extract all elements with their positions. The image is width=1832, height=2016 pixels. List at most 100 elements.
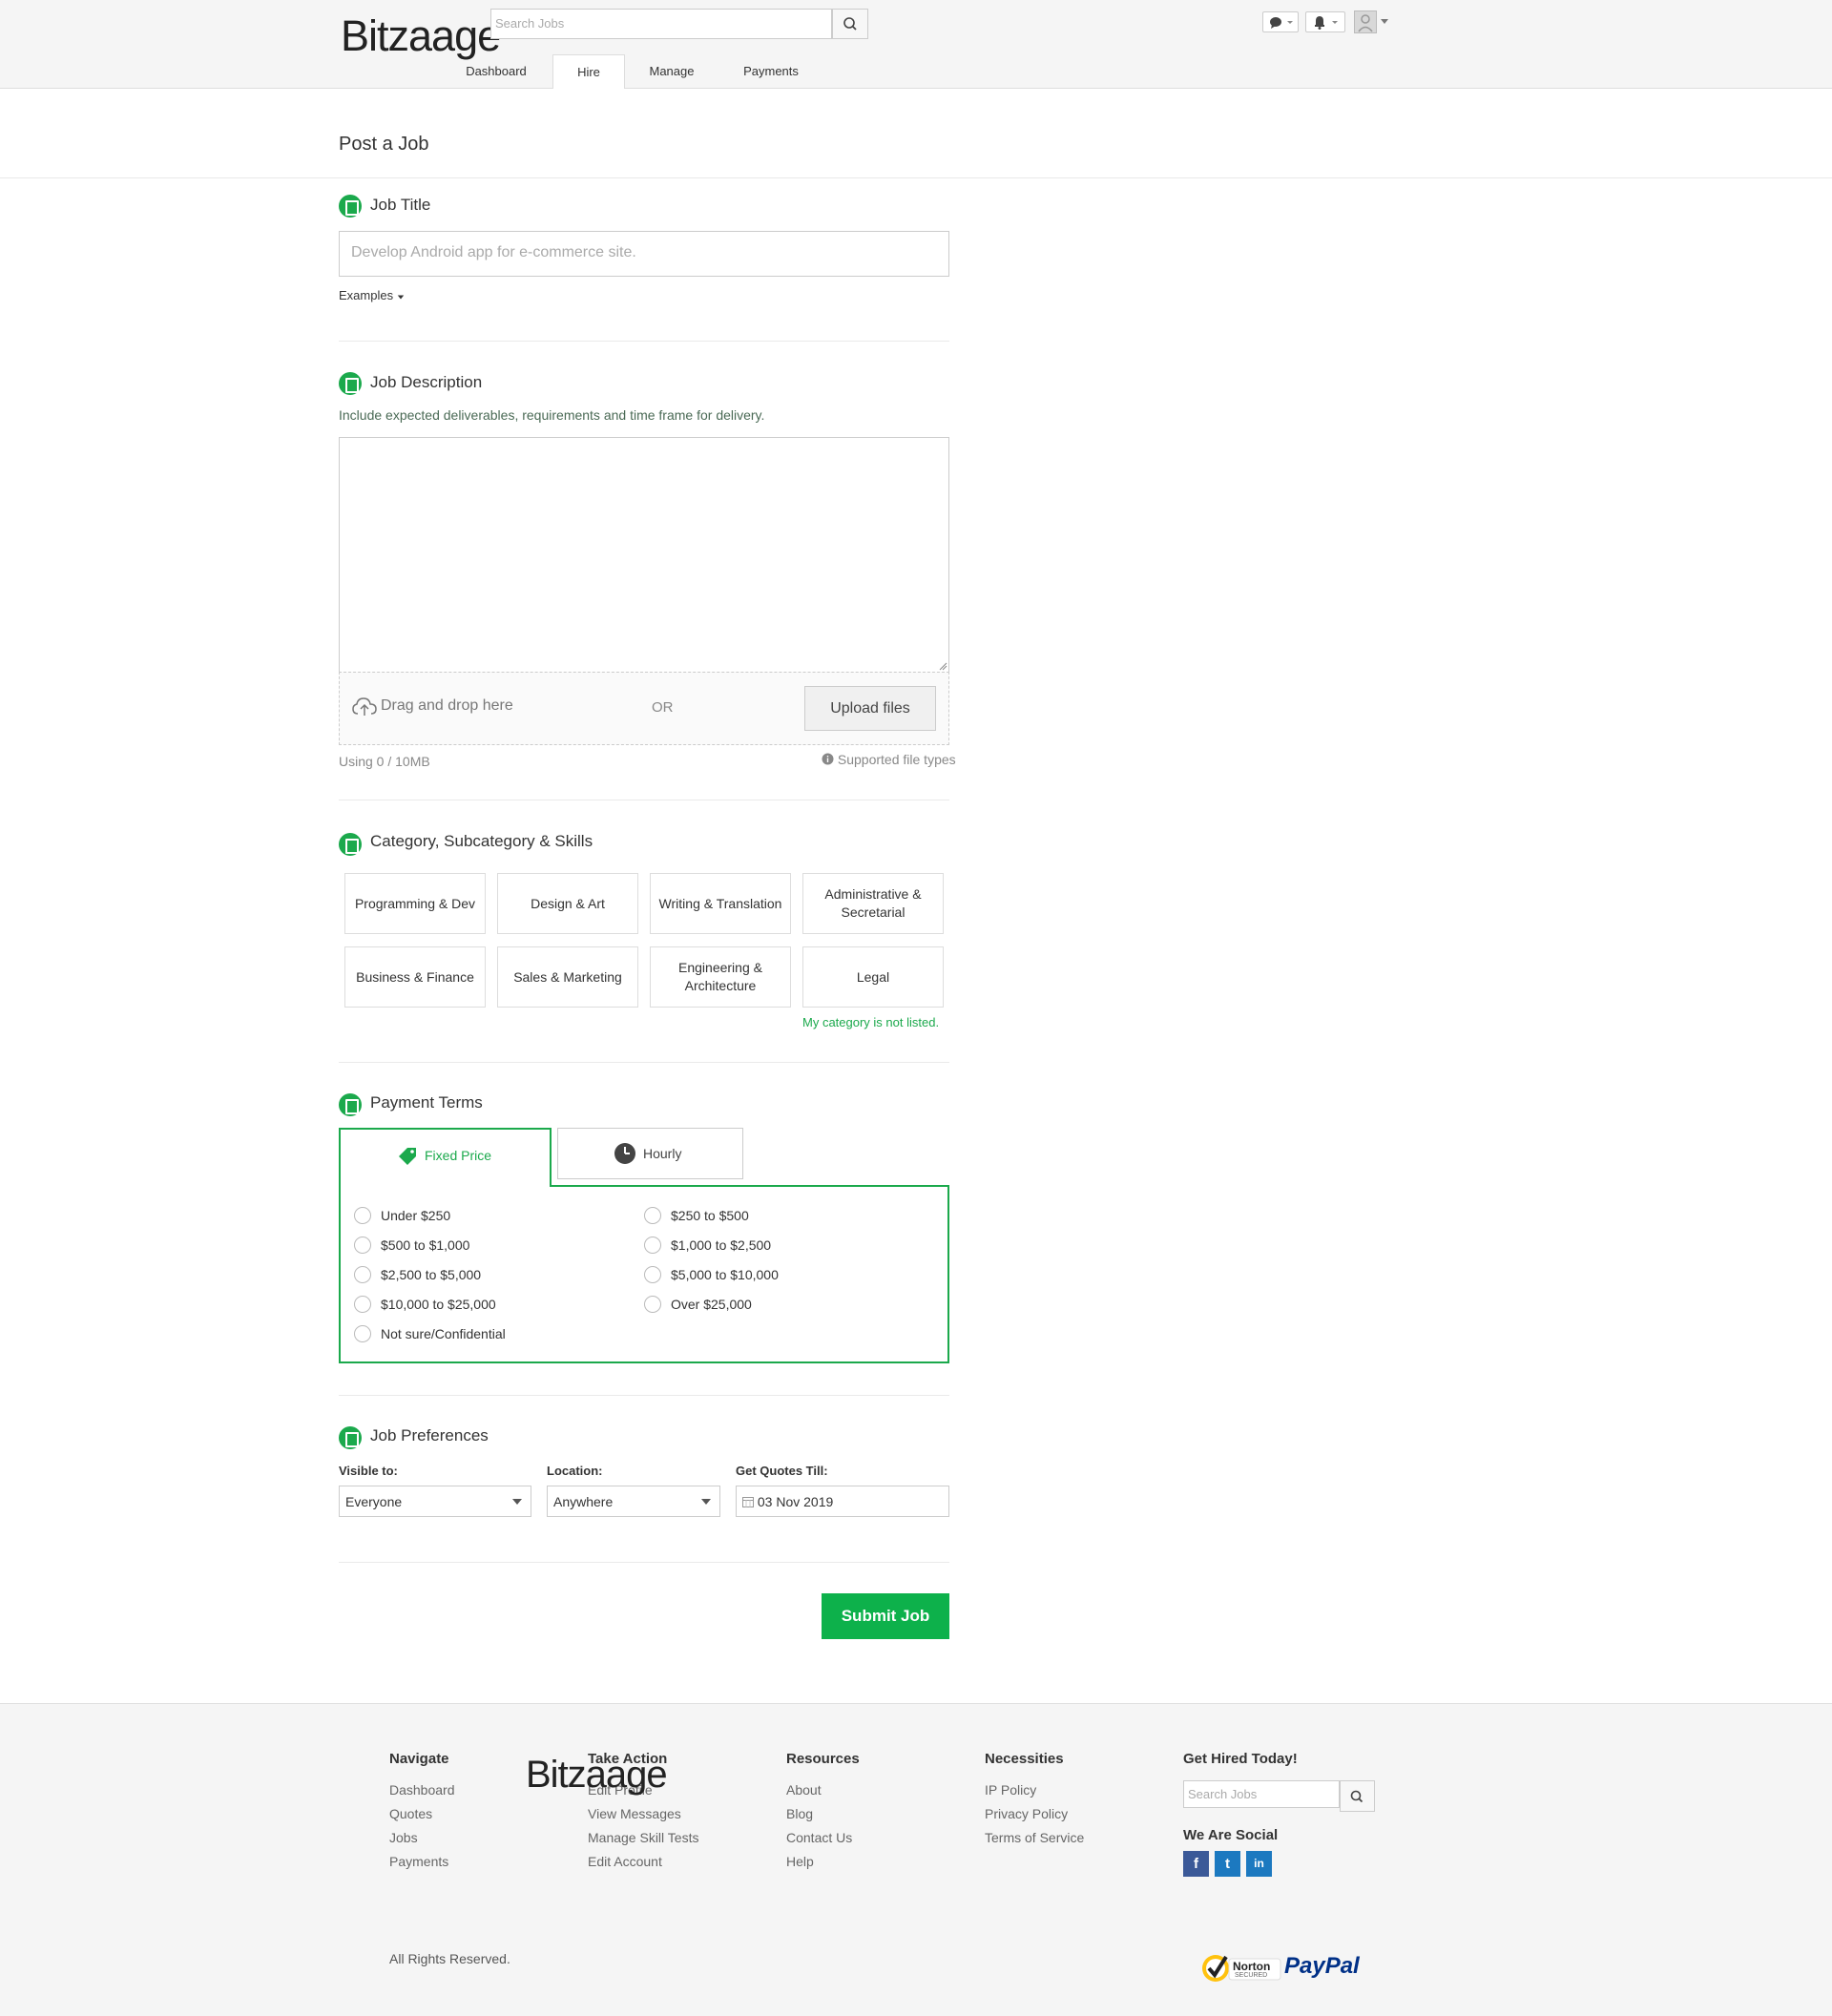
receipt-icon <box>339 1093 362 1116</box>
radio-under-250[interactable] <box>354 1207 371 1224</box>
radio-5000-10000[interactable] <box>644 1266 661 1283</box>
page-title-band <box>0 89 1832 178</box>
footer-link-contact-us[interactable]: Contact Us <box>786 1830 852 1845</box>
user-icon <box>1358 14 1373 32</box>
radio-2500-5000[interactable] <box>354 1266 371 1283</box>
divider <box>339 341 949 342</box>
divider <box>339 1395 949 1396</box>
category-sales-marketing[interactable]: Sales & Marketing <box>497 946 638 1008</box>
category-heading: Category, Subcategory & Skills <box>370 832 593 850</box>
search-button[interactable] <box>832 9 868 39</box>
location-value: Anywhere <box>553 1494 614 1509</box>
tab-payments[interactable]: Payments <box>727 54 815 89</box>
tab-dashboard[interactable]: Dashboard <box>448 54 544 89</box>
twitter-icon[interactable]: t <box>1215 1851 1240 1877</box>
tab-manage[interactable]: Manage <box>634 54 710 89</box>
category-not-listed-link[interactable]: My category is not listed. <box>802 1015 939 1029</box>
radio-over-25000[interactable] <box>644 1296 661 1313</box>
chevron-down-icon <box>512 1499 522 1505</box>
description-textarea[interactable] <box>339 437 949 673</box>
radio-250-500[interactable] <box>644 1207 661 1224</box>
tab-hourly[interactable]: Hourly <box>557 1128 743 1179</box>
search-input[interactable]: Search Jobs <box>490 9 832 39</box>
page-title: Post a Job <box>339 134 429 155</box>
job-title-input[interactable]: Develop Android app for e-commerce site. <box>339 231 949 277</box>
messages-menu[interactable] <box>1262 11 1299 32</box>
tab-hire[interactable]: Hire <box>552 54 625 90</box>
option-label: $1,000 to $2,500 <box>671 1237 772 1253</box>
footer <box>0 1703 1832 2016</box>
divider <box>339 1562 949 1563</box>
footer-search-input[interactable]: Search Jobs <box>1183 1780 1340 1808</box>
drag-drop-text: Drag and drop here <box>381 697 513 714</box>
footer-logo[interactable]: Bitzaage <box>526 1754 668 1797</box>
payment-heading: Payment Terms <box>370 1093 483 1112</box>
radio-not-sure[interactable] <box>354 1325 371 1342</box>
footer-link-privacy-policy[interactable]: Privacy Policy <box>985 1806 1068 1821</box>
visible-to-label: Visible to: <box>339 1464 398 1478</box>
option-label: $10,000 to $25,000 <box>381 1297 496 1312</box>
examples-toggle[interactable]: Examples <box>339 288 405 302</box>
location-label: Location: <box>547 1464 603 1478</box>
chat-icon <box>1270 17 1293 29</box>
norton-badge: Norton SECURED <box>1200 1951 1282 1990</box>
cloud-upload-icon <box>352 697 377 716</box>
footer-link-view-messages[interactable]: View Messages <box>588 1806 681 1821</box>
footer-search-button[interactable] <box>1340 1780 1375 1812</box>
fixed-price-label: Fixed Price <box>425 1148 492 1163</box>
footer-link-edit-account[interactable]: Edit Account <box>588 1854 662 1869</box>
bell-icon <box>1315 16 1338 30</box>
chevron-down-icon <box>701 1499 711 1505</box>
footer-heading-necessities: Necessities <box>985 1751 1064 1767</box>
linkedin-icon[interactable]: in <box>1246 1851 1272 1877</box>
category-programming-dev[interactable]: Programming & Dev <box>344 873 486 934</box>
category-writing-translation[interactable]: Writing & Translation <box>650 873 791 934</box>
upload-files-button[interactable]: Upload files <box>804 686 936 731</box>
examples-label: Examples <box>339 288 394 302</box>
preferences-heading: Job Preferences <box>370 1426 489 1444</box>
footer-heading-navigate: Navigate <box>389 1751 449 1767</box>
footer-link-manage-skill-tests[interactable]: Manage Skill Tests <box>588 1830 698 1845</box>
facebook-icon[interactable]: f <box>1183 1851 1209 1877</box>
footer-link-help[interactable]: Help <box>786 1854 814 1869</box>
option-label: $2,500 to $5,000 <box>381 1267 482 1282</box>
footer-link-payments[interactable]: Payments <box>389 1854 448 1869</box>
paypal-logo: PayPal <box>1284 1953 1360 1979</box>
category-business-finance[interactable]: Business & Finance <box>344 946 486 1008</box>
radio-10000-25000[interactable] <box>354 1296 371 1313</box>
supported-file-types-link[interactable]: Supported file types <box>822 752 956 767</box>
resize-handle-icon[interactable] <box>938 661 947 671</box>
notifications-menu[interactable] <box>1305 11 1345 32</box>
visible-to-select[interactable]: Everyone <box>339 1486 531 1517</box>
category-engineering-architecture[interactable]: Engineering & Architecture <box>650 946 791 1008</box>
footer-link-jobs[interactable]: Jobs <box>389 1830 418 1845</box>
eye-icon <box>339 1426 362 1449</box>
location-select[interactable]: Anywhere <box>547 1486 720 1517</box>
radio-500-1000[interactable] <box>354 1237 371 1254</box>
footer-link-quotes[interactable]: Quotes <box>389 1806 432 1821</box>
list-icon <box>339 833 362 856</box>
footer-link-ip-policy[interactable]: IP Policy <box>985 1782 1036 1798</box>
copyright-text: All Rights Reserved. <box>389 1951 510 1966</box>
category-legal[interactable]: Legal <box>802 946 944 1008</box>
footer-link-about[interactable]: About <box>786 1782 822 1798</box>
category-design-art[interactable]: Design & Art <box>497 873 638 934</box>
option-label: $250 to $500 <box>671 1208 749 1223</box>
quotes-till-date-input[interactable]: 03 Nov 2019 <box>736 1486 949 1517</box>
radio-1000-2500[interactable] <box>644 1237 661 1254</box>
calendar-icon <box>742 1497 754 1507</box>
search-icon <box>843 17 857 31</box>
submit-job-button[interactable]: Submit Job <box>822 1593 949 1639</box>
job-description-heading: Job Description <box>370 373 483 391</box>
footer-link-blog[interactable]: Blog <box>786 1806 813 1821</box>
search-icon <box>1350 1790 1364 1803</box>
category-administrative-secretarial[interactable]: Administrative & Secretarial <box>802 873 944 934</box>
avatar[interactable] <box>1354 10 1377 33</box>
option-label: $500 to $1,000 <box>381 1237 470 1253</box>
tab-fixed-price[interactable]: Fixed Price <box>339 1128 552 1187</box>
chevron-down-icon[interactable] <box>1381 19 1388 24</box>
footer-link-dashboard[interactable]: Dashboard <box>389 1782 455 1798</box>
job-title-heading: Job Title <box>370 196 431 214</box>
quotes-till-label: Get Quotes Till: <box>736 1464 828 1478</box>
footer-link-terms-of-service[interactable]: Terms of Service <box>985 1830 1084 1845</box>
